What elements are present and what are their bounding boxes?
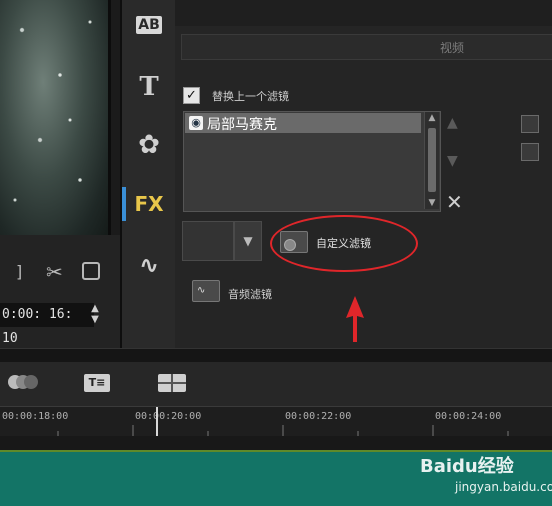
audio-filter-button[interactable]: 音频滤镜 (228, 286, 272, 302)
preset-dropdown-icon[interactable]: ▼ (234, 221, 262, 261)
timecode-display[interactable]: 0:00: 16: 10 (0, 303, 94, 346)
track-manager-icon[interactable] (8, 374, 38, 393)
storyboard-icon[interactable] (158, 374, 186, 392)
highlight-ellipse (270, 215, 418, 272)
filter-name: 局部马赛克 (207, 117, 277, 133)
annotation-arrow-icon (346, 296, 364, 342)
decoration-icon[interactable]: ✿ (134, 130, 164, 160)
timeline-playhead[interactable] (156, 407, 158, 436)
cut-clip-icon[interactable]: ✂ (46, 260, 63, 284)
list-item[interactable]: ◉ 局部马赛克 (185, 113, 421, 133)
audio-filter-icon[interactable]: ∿ (192, 280, 220, 302)
move-up-icon[interactable]: ▲ (447, 115, 458, 131)
option-checkbox-1[interactable] (521, 115, 539, 133)
active-category-indicator (122, 187, 126, 221)
timeline-toolbar: T≡ (0, 362, 552, 406)
option-checkbox-2[interactable] (521, 143, 539, 161)
text-icon[interactable]: T (134, 72, 164, 102)
track-header-strip (0, 436, 552, 450)
watermark-logo: Baidu经验 (420, 456, 514, 477)
mark-out-button[interactable]: ] (16, 262, 22, 281)
panel-header (175, 0, 552, 26)
scroll-up-icon[interactable]: ▲ (425, 113, 439, 123)
filter-list-scrollbar[interactable]: ▲ ▼ (424, 112, 439, 209)
scroll-down-icon[interactable]: ▼ (425, 198, 439, 208)
watermark-url: jingyan.baidu.com (455, 480, 552, 494)
tab-video[interactable]: 视频 (440, 39, 464, 56)
timecode-stepper[interactable]: ▲ ▼ (88, 303, 102, 327)
path-icon[interactable]: ∿ (134, 250, 164, 280)
timeline-divider (0, 348, 552, 363)
replace-filter-label: 替换上一个滤镜 (212, 90, 289, 103)
ruler-ticks (57, 425, 509, 437)
copy-icon[interactable] (82, 262, 100, 280)
preview-controls-area (0, 235, 120, 348)
applied-filter-list[interactable]: ◉ 局部马赛克 (183, 111, 441, 212)
title-ab-icon[interactable]: AB (134, 10, 164, 40)
preview-window (0, 0, 111, 235)
remove-filter-icon[interactable]: ✕ (446, 190, 463, 214)
filter-eye-icon: ◉ (189, 116, 203, 130)
subtitle-icon[interactable]: T≡ (84, 374, 110, 392)
category-toolbar: AB T ✿ FX ∿ (120, 0, 177, 348)
replace-filter-checkbox[interactable]: ✓ (183, 87, 200, 104)
scroll-thumb[interactable] (428, 128, 436, 192)
panel-tab-bar[interactable]: 视频 (181, 34, 552, 60)
move-down-icon[interactable]: ▼ (447, 153, 458, 169)
timeline-ruler[interactable]: 00:00:18:00 00:00:20:00 00:00:22:00 00:0… (0, 406, 552, 437)
fx-filter-icon[interactable]: FX (134, 189, 164, 219)
preset-select[interactable] (182, 221, 234, 261)
